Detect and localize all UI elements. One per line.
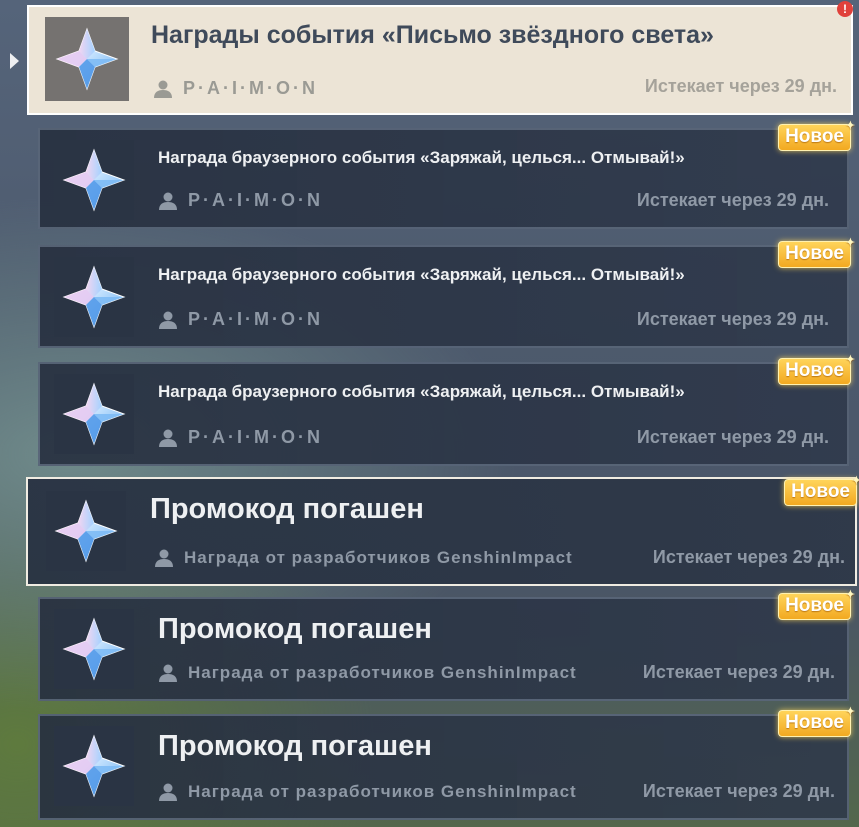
- new-badge: Новое ✦: [778, 120, 855, 151]
- primogem-icon: [55, 27, 119, 91]
- mail-expiry: Истекает через 29 дн.: [636, 190, 829, 210]
- mail-expiry: Истекает через 29 дн.: [636, 309, 829, 329]
- mail-title: Награда браузерного события «Заряжай, це…: [158, 265, 685, 284]
- mail-item[interactable]: Промокод погашен Награда от разработчико…: [38, 706, 855, 820]
- sparkle-icon: ✦: [845, 706, 855, 718]
- mail-item[interactable]: Награда браузерного события «Заряжай, це…: [38, 354, 855, 466]
- mail-title: Промокод погашен: [158, 730, 432, 762]
- mail-sender-label: Награда от разработчиков GenshinImpact: [184, 548, 573, 567]
- mail-expiry: Истекает через 29 дн.: [636, 427, 829, 447]
- mail-sender: P·A·I·M·O·N: [158, 190, 323, 211]
- mail-sender-label: Награда от разработчиков GenshinImpact: [188, 663, 577, 682]
- unread-badge: !: [837, 1, 853, 17]
- mail-sender-label: P·A·I·M·O·N: [188, 427, 323, 447]
- mail-sender-label: P·A·I·M·O·N: [188, 309, 323, 329]
- mail-item[interactable]: Награда браузерного события «Заряжай, це…: [38, 120, 855, 229]
- person-icon: [158, 310, 178, 330]
- mail-title: Промокод погашен: [158, 613, 432, 645]
- mail-thumbnail: [54, 257, 134, 337]
- mail-thumbnail: [46, 491, 126, 571]
- new-badge-label: Новое: [791, 481, 850, 502]
- new-badge: Новое ✦: [778, 237, 855, 268]
- mail-expiry: Истекает через 29 дн.: [652, 547, 845, 567]
- new-badge-label: Новое: [785, 360, 844, 381]
- person-icon: [153, 79, 173, 99]
- mail-thumbnail: [45, 17, 129, 101]
- mail-thumbnail: [54, 726, 134, 806]
- mail-title: Награда браузерного события «Заряжай, це…: [158, 148, 685, 167]
- mail-sender: Награда от разработчиков GenshinImpact: [154, 548, 573, 568]
- new-badge: Новое ✦: [784, 475, 859, 506]
- mail-title: Награда браузерного события «Заряжай, це…: [158, 382, 685, 401]
- person-icon: [158, 191, 178, 211]
- primogem-icon: [62, 734, 126, 798]
- mail-sender: P·A·I·M·O·N: [153, 78, 318, 99]
- mail-expiry: Истекает через 29 дн.: [642, 662, 835, 682]
- primogem-icon: [54, 499, 118, 563]
- mail-title: Награды события «Письмо звёздного света»: [151, 21, 714, 49]
- new-badge-label: Новое: [785, 595, 844, 616]
- mail-sender-label: P·A·I·M·O·N: [183, 78, 318, 98]
- mail-thumbnail: [54, 609, 134, 689]
- sparkle-icon: ✦: [845, 589, 855, 601]
- sparkle-icon: ✦: [851, 475, 859, 487]
- mail-sender: Награда от разработчиков GenshinImpact: [158, 663, 577, 683]
- mail-sender: P·A·I·M·O·N: [158, 309, 323, 330]
- mail-list: Награды события «Письмо звёздного света»…: [0, 0, 859, 827]
- person-icon: [158, 663, 178, 683]
- new-badge-label: Новое: [785, 126, 844, 147]
- person-icon: [158, 428, 178, 448]
- mail-item[interactable]: Промокод погашен Награда от разработчико…: [26, 475, 859, 586]
- sparkle-icon: ✦: [845, 354, 855, 366]
- mail-item[interactable]: Промокод погашен Награда от разработчико…: [38, 589, 855, 701]
- mail-thumbnail: [54, 374, 134, 454]
- mail-sender-label: Награда от разработчиков GenshinImpact: [188, 782, 577, 801]
- primogem-icon: [62, 148, 126, 212]
- new-badge-label: Новое: [785, 712, 844, 733]
- mail-item[interactable]: Награда браузерного события «Заряжай, це…: [38, 237, 855, 348]
- mail-sender: Награда от разработчиков GenshinImpact: [158, 782, 577, 802]
- new-badge: Новое ✦: [778, 589, 855, 620]
- primogem-icon: [62, 382, 126, 446]
- mail-expiry: Истекает через 29 дн.: [642, 781, 835, 801]
- primogem-icon: [62, 617, 126, 681]
- mail-title: Промокод погашен: [150, 493, 424, 525]
- primogem-icon: [62, 265, 126, 329]
- selected-arrow-icon: [10, 53, 19, 69]
- sparkle-icon: ✦: [845, 237, 855, 249]
- mail-expiry: Истекает через 29 дн.: [644, 76, 837, 96]
- person-icon: [158, 782, 178, 802]
- new-badge-label: Новое: [785, 243, 844, 264]
- sparkle-icon: ✦: [845, 120, 855, 132]
- mail-thumbnail: [54, 140, 134, 220]
- mail-sender: P·A·I·M·O·N: [158, 427, 323, 448]
- mail-sender-label: P·A·I·M·O·N: [188, 190, 323, 210]
- mail-item[interactable]: Награды события «Письмо звёздного света»…: [27, 1, 853, 115]
- person-icon: [154, 548, 174, 568]
- new-badge: Новое ✦: [778, 706, 855, 737]
- new-badge: Новое ✦: [778, 354, 855, 385]
